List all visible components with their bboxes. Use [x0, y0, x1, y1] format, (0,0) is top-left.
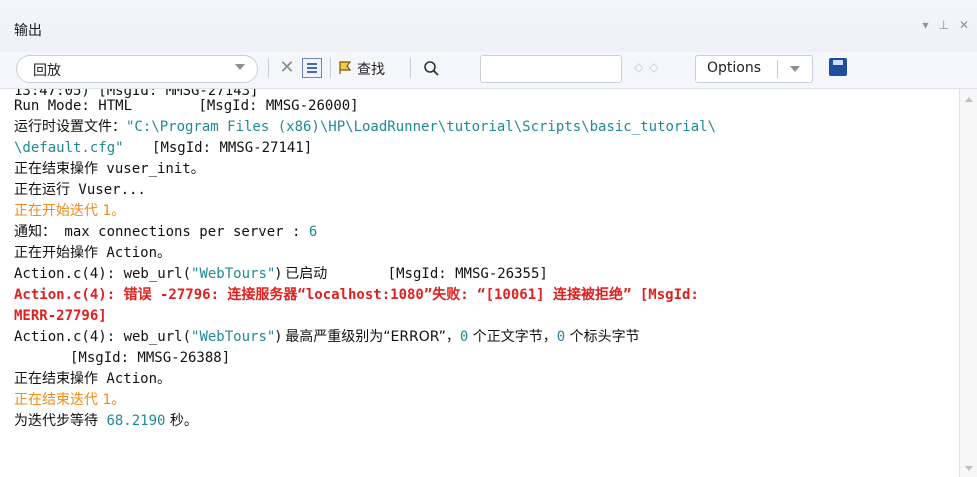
- log-output[interactable]: 13:47:05) [MsgId: MMSG-27143] Run Mode: …: [0, 89, 960, 477]
- log-text: 正在结束操作: [14, 161, 98, 177]
- options-label: Options: [707, 60, 762, 76]
- vertical-scrollbar[interactable]: [959, 89, 977, 477]
- mode-select-label: 回放: [33, 63, 61, 79]
- log-error-text: MERR-27796]: [14, 308, 107, 324]
- log-string: "WebTours": [191, 266, 276, 282]
- log-path: \default.cfg": [14, 140, 124, 156]
- log-text: 正在运行: [14, 182, 70, 198]
- log-number: 68.2190: [106, 413, 166, 429]
- wrap-toggle-button[interactable]: [301, 57, 323, 79]
- log-msgid: [MsgId: MMSG-26355]: [387, 266, 548, 282]
- pin-icon[interactable]: ⊥: [938, 18, 948, 32]
- log-line: 正在开始操作 Action。: [14, 243, 171, 263]
- log-line: 正在开始迭代 1。: [14, 201, 125, 221]
- log-text: Action。: [98, 245, 172, 261]
- log-path: "C:\Program Files (x86)\HP\LoadRunner\tu…: [126, 119, 717, 135]
- log-text: Vuser...: [70, 182, 146, 198]
- log-line: 正在结束操作 vuser_init。: [14, 159, 205, 179]
- flag-icon: [339, 61, 352, 74]
- clear-button[interactable]: ✕: [276, 57, 298, 79]
- log-error-text: Action.c(4): 错误 -27796: 连接服务器“localhost:…: [14, 287, 699, 303]
- log-text: 秒。: [165, 413, 198, 429]
- mode-select[interactable]: 回放: [16, 55, 258, 83]
- log-text: Action.c(4): web_url(: [14, 266, 192, 282]
- options-split: [777, 60, 778, 78]
- panel-title: 输出: [14, 23, 42, 39]
- log-line: Action.c(4): web_url("WebTours") 已启动 [Ms…: [14, 264, 548, 284]
- log-number: 6: [308, 224, 318, 240]
- toolbar-separator: [268, 58, 269, 78]
- toolbar-separator: [410, 58, 411, 78]
- log-text: vuser_init。: [98, 161, 205, 177]
- log-line: 运行时设置文件："C:\Program Files (x86)\HP\LoadR…: [14, 117, 716, 137]
- output-toolbar: 回放 ✕ 查找 ◇◇ Options: [0, 52, 977, 89]
- save-icon[interactable]: [829, 58, 847, 76]
- log-text: 个正文字节，: [468, 329, 557, 345]
- error-line: Action.c(4): 错误 -27796: 连接服务器“localhost:…: [14, 285, 699, 305]
- log-text: 正在结束操作: [14, 371, 98, 387]
- log-line: 正在结束操作 Action。: [14, 369, 171, 389]
- search-icon: [424, 61, 439, 76]
- log-line: \default.cfg" [MsgId: MMSG-27141]: [14, 138, 312, 158]
- panel-controls: ▾ ⊥ ✕: [922, 18, 969, 32]
- log-text: Action。: [98, 371, 172, 387]
- log-text: 正在开始操作: [14, 245, 98, 261]
- log-line: 为迭代步等待 68.2190 秒。: [14, 411, 198, 431]
- log-text: 运行时设置文件：: [14, 119, 126, 135]
- chevron-down-icon: [235, 64, 245, 70]
- log-line: 通知： max connections per server : 6: [14, 222, 317, 242]
- dropdown-icon[interactable]: ▾: [922, 18, 928, 32]
- log-line: [MsgId: MMSG-26388]: [70, 348, 230, 368]
- log-text: 正在开始迭代 1。: [14, 203, 126, 219]
- log-number: 0: [556, 329, 566, 345]
- scroll-down-icon[interactable]: [965, 466, 973, 471]
- text-wrap-icon: [302, 58, 322, 78]
- highlight-button[interactable]: [335, 57, 357, 79]
- search-button[interactable]: [420, 57, 442, 79]
- log-text: max connections per server :: [56, 224, 309, 240]
- log-line: 正在结束迭代 1。: [14, 390, 125, 410]
- log-text: Run Mode: HTML: [14, 98, 133, 114]
- close-icon[interactable]: ✕: [959, 18, 969, 32]
- log-line: Action.c(4): web_url("WebTours") 最高严重级别为…: [14, 327, 640, 347]
- log-text: ) 最高严重级别为“ERROR”，: [275, 329, 460, 345]
- log-msgid: [MsgId: MMSG-27141]: [152, 140, 313, 156]
- scroll-up-icon[interactable]: [965, 97, 973, 102]
- error-line: MERR-27796]: [14, 306, 107, 326]
- log-line: 正在运行 Vuser...: [14, 180, 146, 200]
- chevron-down-icon: [790, 66, 800, 72]
- log-text: 通知：: [14, 224, 56, 240]
- find-nav-arrows[interactable]: ◇◇: [634, 60, 664, 74]
- options-dropdown[interactable]: Options: [695, 55, 813, 83]
- log-text: ) 已启动: [275, 266, 328, 282]
- log-text: Action.c(4): web_url(: [14, 329, 192, 345]
- clear-icon: ✕: [279, 57, 295, 78]
- toolbar-separator: [330, 58, 331, 78]
- log-line: Run Mode: HTML [MsgId: MMSG-26000]: [14, 96, 359, 116]
- log-text: 正在结束迭代 1。: [14, 392, 126, 408]
- find-label[interactable]: 查找: [357, 59, 385, 79]
- log-text: 为迭代步等待: [14, 413, 98, 429]
- output-panel-header: 输出 ▾ ⊥ ✕: [0, 0, 977, 53]
- search-input[interactable]: [480, 55, 622, 83]
- log-msgid: [MsgId: MMSG-26000]: [198, 98, 359, 114]
- log-string: "WebTours": [191, 329, 276, 345]
- log-msgid: [MsgId: MMSG-26388]: [70, 350, 231, 366]
- log-text: 个标头字节: [565, 329, 640, 345]
